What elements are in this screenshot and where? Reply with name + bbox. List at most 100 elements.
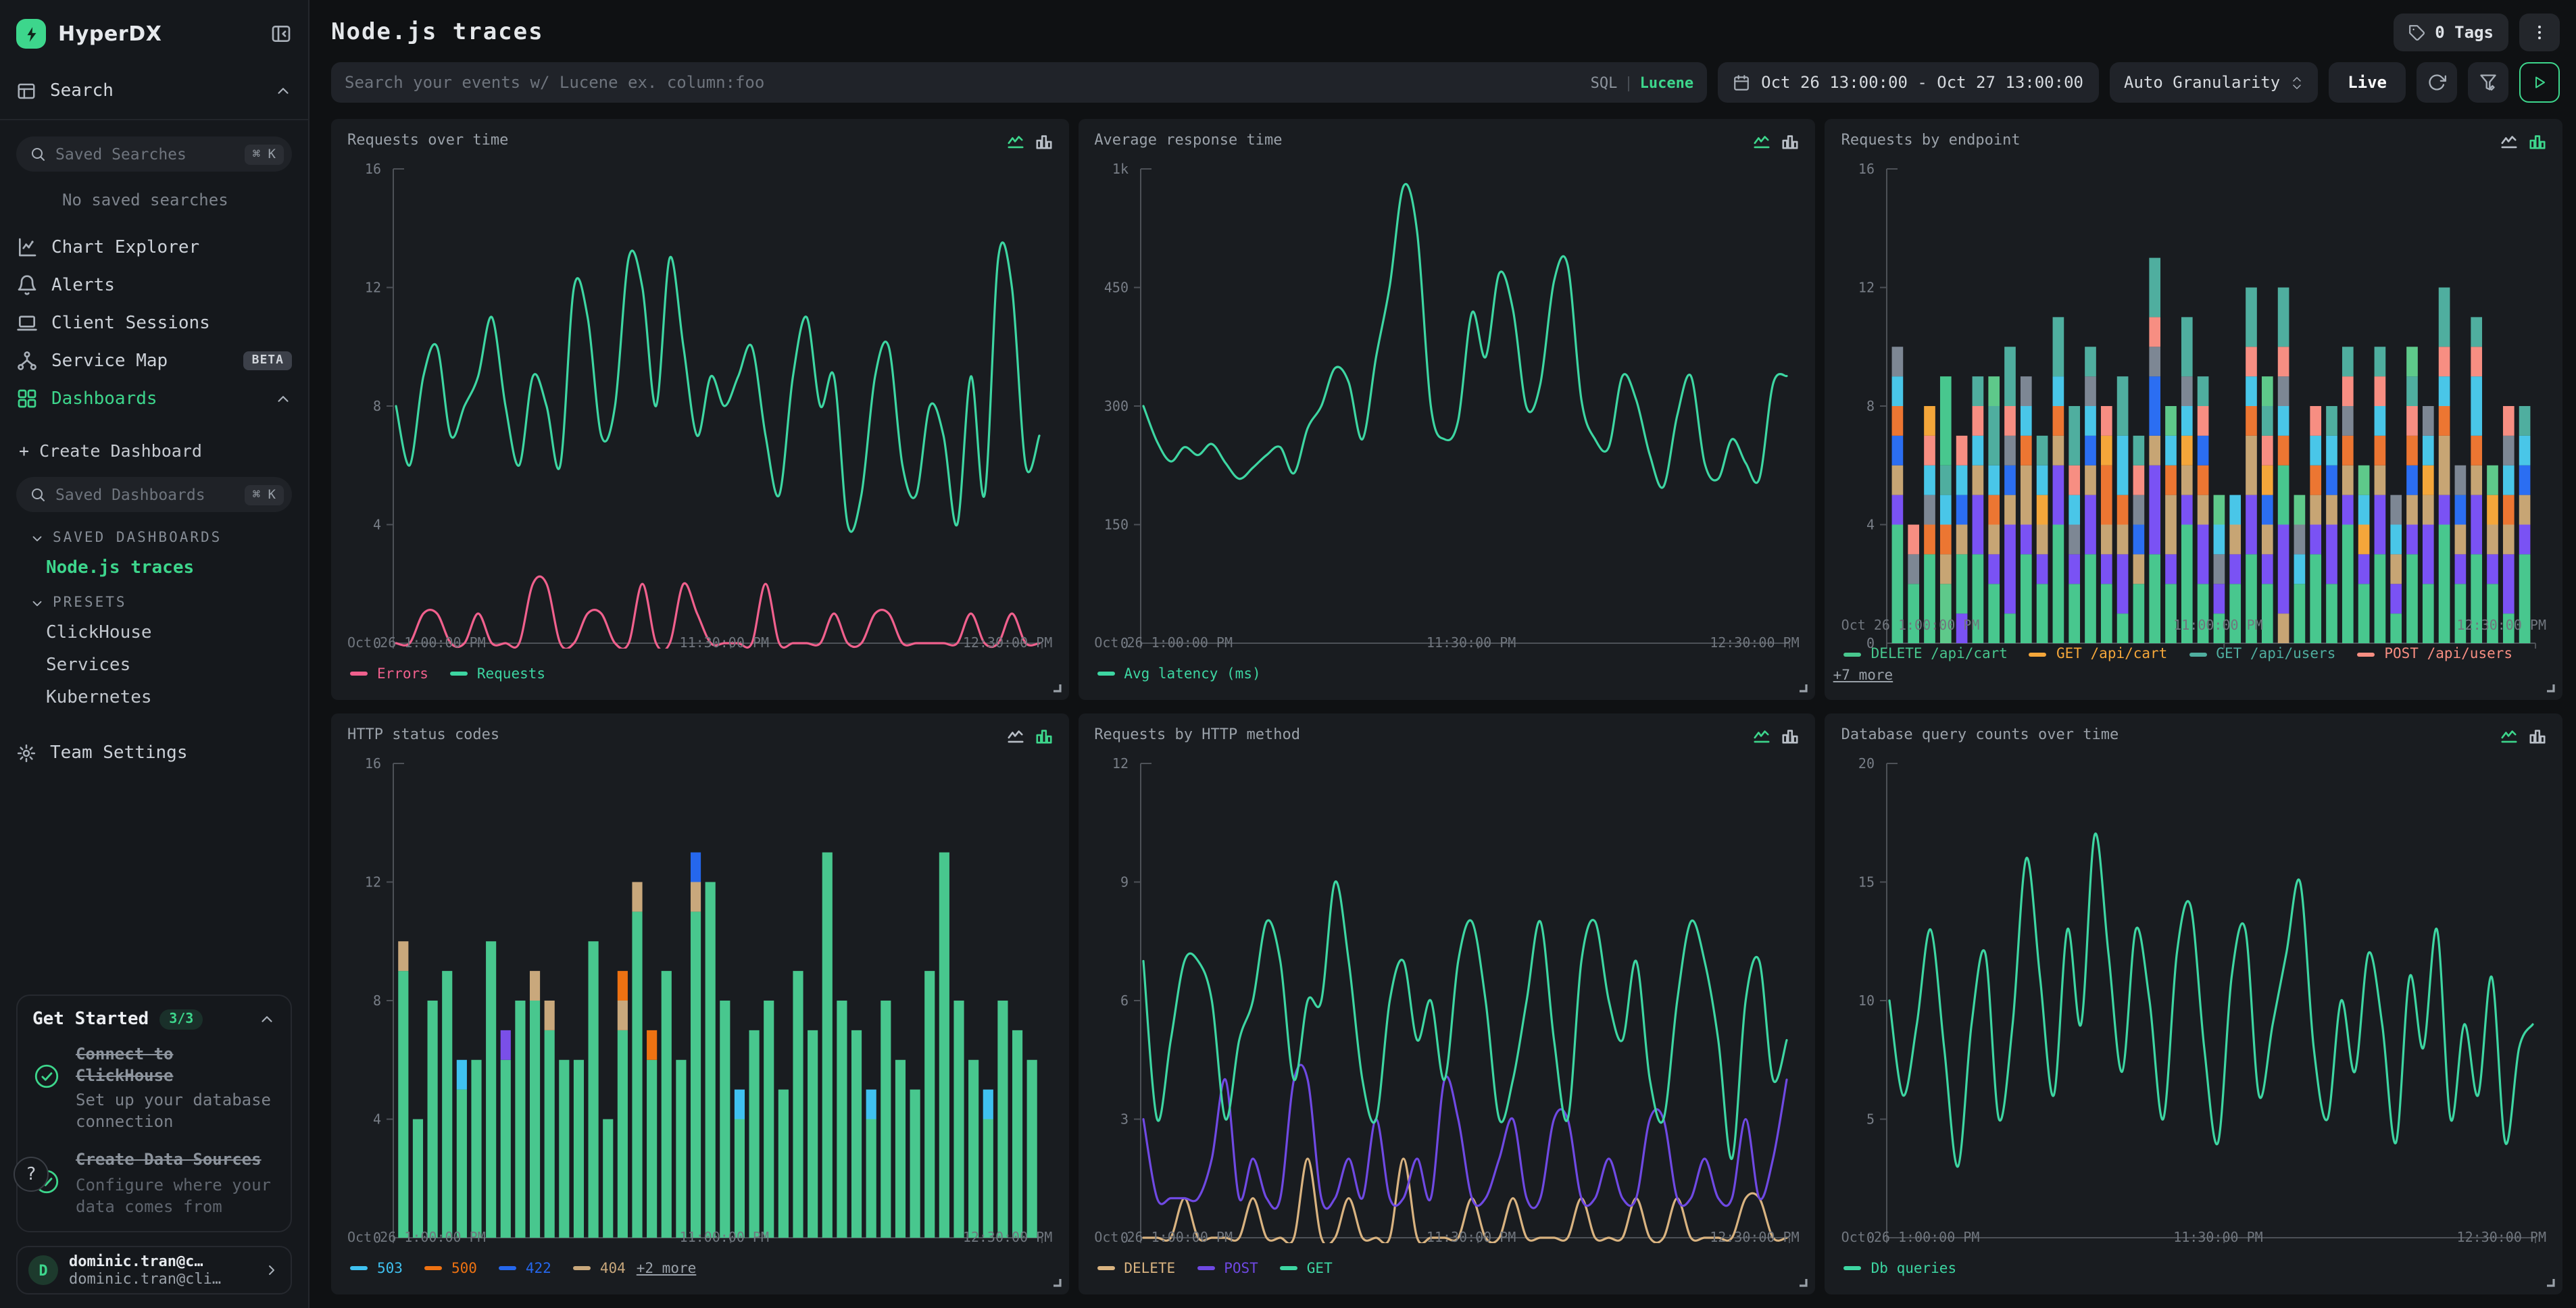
chart-plot-area[interactable]: 1612840 — [347, 155, 1052, 634]
sidebar-item-service-map[interactable]: Service Map BETA — [16, 342, 292, 380]
get-started-step-sources[interactable]: Create Data Sources Configure where your… — [32, 1149, 276, 1217]
legend-item[interactable]: POST — [1197, 1260, 1258, 1276]
legend-swatch — [350, 1266, 368, 1270]
chart-legend: Db queries — [1844, 1258, 2546, 1278]
bar-chart-mode-icon[interactable] — [2529, 727, 2546, 745]
line-chart-mode-icon[interactable] — [1006, 132, 1024, 150]
refresh-icon — [2427, 73, 2446, 92]
chevron-up-icon — [274, 82, 292, 99]
sidebar-item-search[interactable]: Search — [16, 73, 292, 108]
x-tick-label: Oct 26 1:00:00 PM — [347, 636, 486, 651]
saved-searches-input[interactable] — [55, 145, 235, 164]
chart-plot-area[interactable]: 20151050 — [1841, 750, 2546, 1228]
hyperdx-logo-icon — [16, 19, 46, 49]
resize-handle-icon[interactable] — [1797, 1276, 1809, 1288]
preset-link-services[interactable]: Services — [16, 655, 292, 676]
chart-plot-area[interactable]: 129630 — [1094, 750, 1799, 1228]
legend-item[interactable]: GET /api/users — [2189, 646, 2335, 662]
x-tick-label: 11:00:00 PM — [680, 1231, 769, 1246]
dashboards-icon — [16, 388, 38, 409]
legend-more-link[interactable]: +7 more — [1833, 668, 1893, 684]
service-map-icon — [16, 350, 38, 372]
date-range-button[interactable]: Oct 26 13:00:00 - Oct 27 13:00:00 — [1718, 62, 2098, 103]
x-tick-label: 11:00:00 PM — [2173, 619, 2262, 634]
legend-label: Avg latency (ms) — [1124, 665, 1260, 682]
legend-swatch — [350, 672, 368, 676]
granularity-select[interactable]: Auto Granularity — [2109, 62, 2318, 103]
legend-item[interactable]: Db queries — [1844, 1260, 1956, 1276]
chart-legend: DELETE POST GET — [1097, 1258, 1799, 1278]
legend-item[interactable]: GET /api/cart — [2029, 646, 2167, 662]
legend-item[interactable]: GET — [1280, 1260, 1333, 1276]
bar-chart-mode-icon[interactable] — [1782, 132, 1800, 150]
dashboard-link-nodejs-traces[interactable]: Node.js traces — [16, 558, 292, 578]
chevron-up-icon[interactable] — [258, 1010, 276, 1028]
saved-dashboards-section[interactable]: SAVED DASHBOARDS — [16, 530, 292, 546]
line-chart-mode-icon[interactable] — [2500, 727, 2518, 745]
legend-item[interactable]: 500 — [424, 1260, 477, 1276]
legend-item[interactable]: 503 — [350, 1260, 403, 1276]
legend-item[interactable]: Avg latency (ms) — [1097, 665, 1260, 682]
run-query-button[interactable] — [2519, 62, 2560, 103]
filter-button[interactable] — [2468, 62, 2508, 103]
legend-item[interactable]: DELETE — [1097, 1260, 1175, 1276]
line-chart-mode-icon[interactable] — [1754, 727, 1771, 745]
resize-handle-icon[interactable] — [1797, 681, 1809, 693]
bar-chart-mode-icon[interactable] — [1035, 132, 1052, 150]
legend-more-link[interactable]: +2 more — [637, 1260, 697, 1276]
line-chart-mode-icon[interactable] — [1754, 132, 1771, 150]
bar-chart-mode-icon[interactable] — [1035, 727, 1052, 745]
chart-card-requests-by-endpoint: Requests by endpoint 1612840 Oct 26 1:00… — [1825, 119, 2562, 700]
sidebar-item-chart-explorer[interactable]: Chart Explorer — [16, 228, 292, 266]
legend-item[interactable]: 404 — [573, 1260, 626, 1276]
sidebar-item-alerts[interactable]: Alerts — [16, 266, 292, 304]
bar-chart-mode-icon[interactable] — [2529, 132, 2546, 150]
sidebar-item-team-settings[interactable]: Team Settings — [16, 735, 292, 770]
preset-link-clickhouse[interactable]: ClickHouse — [16, 623, 292, 643]
user-account-button[interactable]: D dominic.tran@c… dominic.tran@cli… — [16, 1246, 292, 1294]
resize-handle-icon[interactable] — [1049, 681, 1062, 693]
resize-handle-icon[interactable] — [2544, 1276, 2556, 1288]
preset-link-kubernetes[interactable]: Kubernetes — [16, 688, 292, 708]
bar-chart-mode-icon[interactable] — [1782, 727, 1800, 745]
svg-text:4: 4 — [373, 517, 381, 533]
chart-plot-area[interactable]: 1k4503001500 — [1094, 155, 1799, 634]
saved-dashboards-input[interactable] — [55, 485, 235, 504]
svg-text:450: 450 — [1104, 280, 1128, 296]
sidebar-item-client-sessions[interactable]: Client Sessions — [16, 304, 292, 342]
saved-searches-box[interactable]: ⌘ K — [16, 136, 292, 172]
presets-section[interactable]: PRESETS — [16, 595, 292, 611]
legend-label: 503 — [377, 1260, 403, 1276]
live-button[interactable]: Live — [2329, 62, 2406, 103]
more-options-button[interactable] — [2519, 14, 2560, 51]
tags-button[interactable]: 0 Tags — [2393, 14, 2508, 51]
sidebar-item-dashboards[interactable]: Dashboards — [16, 380, 292, 418]
legend-label: GET — [1307, 1260, 1333, 1276]
chevron-down-icon — [30, 595, 45, 610]
x-axis-labels: Oct 26 1:00:00 PM11:30:00 PM12:30:00 PM — [1841, 1231, 2546, 1246]
legend-item[interactable]: POST /api/users — [2357, 646, 2512, 662]
event-search-box[interactable]: SQL|Lucene — [331, 62, 1707, 103]
query-language-toggle[interactable]: SQL|Lucene — [1591, 74, 1694, 91]
chart-plot-area[interactable]: 1612840 — [347, 750, 1052, 1228]
legend-item[interactable]: DELETE /api/cart — [1844, 646, 2008, 662]
event-search-input[interactable] — [345, 73, 1580, 92]
legend-item[interactable]: Requests — [450, 665, 545, 682]
legend-swatch — [1280, 1266, 1297, 1270]
refresh-button[interactable] — [2417, 62, 2457, 103]
saved-dashboards-box[interactable]: ⌘ K — [16, 477, 292, 512]
collapse-sidebar-icon[interactable] — [270, 23, 292, 45]
resize-handle-icon[interactable] — [2544, 681, 2556, 693]
get-started-step-connect[interactable]: Connect to ClickHouse Set up your databa… — [32, 1042, 276, 1133]
legend-label: 422 — [526, 1260, 551, 1276]
resize-handle-icon[interactable] — [1049, 1276, 1062, 1288]
help-button[interactable]: ? — [14, 1157, 49, 1192]
chart-plot-area[interactable]: 1612840 — [1841, 155, 2546, 616]
create-dashboard-button[interactable]: + Create Dashboard — [16, 434, 292, 466]
line-chart-mode-icon[interactable] — [1006, 727, 1024, 745]
chart-card-requests-over-time: Requests over time 1612840 Oct 26 1:00:0… — [331, 119, 1068, 700]
legend-item[interactable]: 422 — [499, 1260, 551, 1276]
legend-item[interactable]: Errors — [350, 665, 428, 682]
line-chart-mode-icon[interactable] — [2500, 132, 2518, 150]
svg-text:20: 20 — [1859, 755, 1875, 772]
